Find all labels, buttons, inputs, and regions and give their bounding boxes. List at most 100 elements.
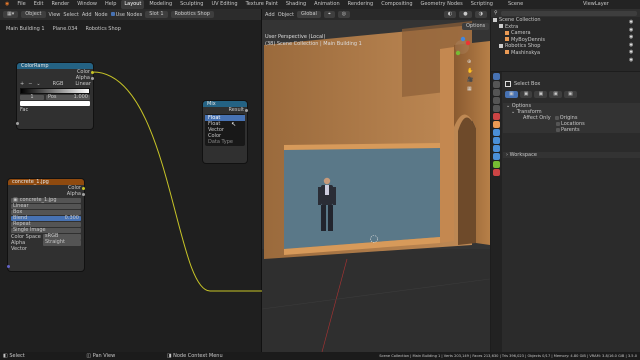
stop-color-swatch[interactable] <box>20 101 90 106</box>
zoom-icon[interactable]: ⊕ <box>467 59 473 65</box>
filter-icon[interactable]: ⚲ <box>494 10 498 16</box>
colorramp-color-socket[interactable] <box>91 71 94 74</box>
eye-icon[interactable]: ◉ <box>629 34 633 40</box>
options-panel: ⌄ Options ⌄ Transform Affect Only Origins… <box>503 103 640 133</box>
workspace-tab-modeling[interactable]: Modeling <box>146 0 175 9</box>
shading-material-icon[interactable]: ◑ <box>474 11 487 18</box>
particles-tab-icon[interactable] <box>493 137 500 144</box>
menu-help[interactable]: Help <box>102 0 119 9</box>
workspace-tab-geometry-nodes[interactable]: Geometry Nodes <box>418 0 466 9</box>
menu-edit[interactable]: Edit <box>31 0 47 9</box>
tool-tab-icon[interactable] <box>493 73 500 80</box>
3d-viewport[interactable]: Add Object Global ⌖ ◎ ◐ ● ◑ Options User… <box>262 9 490 352</box>
image-input-vector: Vector <box>11 246 27 252</box>
menu-window[interactable]: Window <box>74 0 100 9</box>
constraints-tab-icon[interactable] <box>493 153 500 160</box>
remove-stop-button[interactable]: − <box>28 81 32 87</box>
workspace-tab-shading[interactable]: Shading <box>283 0 309 9</box>
material-tab-icon[interactable] <box>493 169 500 176</box>
stop-index-field[interactable]: 1 <box>20 95 44 100</box>
workspace-panel-header[interactable]: › Workspace <box>503 152 640 158</box>
colorramp-node[interactable]: ColorRamp Color Alpha + − ⌄ RGB Linear 1… <box>16 63 94 129</box>
workspace-tab-texture-paint[interactable]: Texture Paint <box>243 0 281 9</box>
blue-wall-panel <box>284 147 440 249</box>
pan-hand-icon[interactable]: ✋ <box>467 68 473 74</box>
scene-selector[interactable]: Scene <box>505 0 526 9</box>
eye-icon[interactable]: ◉ <box>629 57 633 63</box>
chevron-down-icon[interactable]: ⌄ <box>36 81 40 87</box>
output-tab-icon[interactable] <box>493 89 500 96</box>
wall-column <box>440 47 454 243</box>
colorramp-alpha-socket[interactable] <box>91 77 94 80</box>
menu-file[interactable]: File <box>14 0 28 9</box>
add-stop-button[interactable]: + <box>20 81 24 87</box>
eye-icon[interactable]: ◉ <box>629 19 633 25</box>
workspace-tab-scripting[interactable]: Scripting <box>468 0 496 9</box>
eye-icon[interactable]: ◉ <box>629 49 633 55</box>
mix-output-result: Result <box>228 107 244 113</box>
node-editor[interactable]: ▦▾ Object View Select Add Node Use Nodes… <box>0 9 262 352</box>
mode-intersect-icon[interactable]: ▣ <box>563 91 577 98</box>
data-tab-icon[interactable] <box>493 161 500 168</box>
viewlayer-selector[interactable]: ViewLayer <box>580 0 612 9</box>
image-vector-socket[interactable] <box>7 265 10 268</box>
workspace-tab-compositing[interactable]: Compositing <box>378 0 415 9</box>
workspace-tab-sculpting[interactable]: Sculpting <box>177 0 206 9</box>
interpolation-select[interactable]: Linear <box>75 81 91 87</box>
proportional-edit-icon[interactable]: ◎ <box>337 11 351 18</box>
scene-tab-icon[interactable] <box>493 105 500 112</box>
camera-view-icon[interactable]: 🎥 <box>467 77 473 83</box>
mix-node[interactable]: Mix Result Float Float Vector Color Data… <box>203 101 248 163</box>
parents-checkbox[interactable]: Parents <box>503 127 640 133</box>
viewport-options-button[interactable]: Options <box>462 23 490 30</box>
viewport-scene <box>262 21 490 352</box>
status-stats: Scene Collection | Main Building 1 | Ver… <box>379 354 637 358</box>
image-color-socket[interactable] <box>82 187 85 190</box>
mode-extend-icon[interactable]: ▣ <box>519 91 533 98</box>
color-mode-select[interactable]: RGB <box>53 81 64 87</box>
data-type-dropdown: Float Float Vector Color Data Type <box>205 114 245 146</box>
viewport-info-line1: User Perspective (Local) <box>265 34 326 40</box>
workspace-tab-layout[interactable]: Layout <box>121 0 145 9</box>
eye-icon[interactable]: ◉ <box>629 42 633 48</box>
world-tab-icon[interactable] <box>493 113 500 120</box>
eye-icon[interactable]: ◉ <box>629 27 633 33</box>
properties-editor[interactable]: Select Box ▣ ▣ ▣ ▣ ▣ ⌄ Options ⌄ Transfo… <box>491 72 640 352</box>
modifier-tab-icon[interactable] <box>493 129 500 136</box>
object-tab-icon[interactable] <box>493 121 500 128</box>
menu-object[interactable]: Object <box>278 12 294 18</box>
view-object-types-icon[interactable]: ◐ <box>443 11 457 18</box>
snap-icon[interactable]: ⌖ <box>323 11 335 18</box>
grid-view-icon[interactable]: ▦ <box>467 86 473 92</box>
workspace-tab-animation[interactable]: Animation <box>311 0 343 9</box>
image-alpha-socket[interactable] <box>82 193 85 196</box>
image-texture-node[interactable]: concrete_1.jpg Color Alpha ▣ concrete_1.j… <box>7 179 85 271</box>
workspace-tab-uv-editing[interactable]: UV Editing <box>208 0 240 9</box>
alpha-mode-select[interactable]: Straight <box>43 240 81 246</box>
transform-orientation-select[interactable]: Global <box>296 11 321 18</box>
active-tool-row: Select Box <box>505 81 540 87</box>
collection-icon <box>499 24 503 28</box>
mode-invert-icon[interactable]: ▣ <box>549 91 562 98</box>
mix-result-socket[interactable] <box>245 109 248 112</box>
stop-pos-field[interactable]: Pos 1.000 <box>46 95 90 100</box>
mode-subtract-icon[interactable]: ▣ <box>534 91 548 98</box>
mode-set-icon[interactable]: ▣ <box>505 91 518 98</box>
menu-add[interactable]: Add <box>265 12 275 18</box>
blender-logo-icon[interactable]: ◉ <box>2 0 12 9</box>
render-tab-icon[interactable] <box>493 81 500 88</box>
status-mouse-middle: ◫ Pan View <box>86 353 116 359</box>
menu-render[interactable]: Render <box>48 0 72 9</box>
status-bar: ◧ Select ◫ Pan View ◨ Node Context Menu … <box>0 352 640 360</box>
physics-tab-icon[interactable] <box>493 145 500 152</box>
select-box-icon <box>505 81 511 87</box>
workspace-tab-rendering[interactable]: Rendering <box>345 0 377 9</box>
outliner-item-mashinskya[interactable]: Mashinskya <box>491 50 640 57</box>
outliner-search-input[interactable] <box>500 10 637 16</box>
object-icon <box>505 37 509 41</box>
view-layer-tab-icon[interactable] <box>493 97 500 104</box>
shading-solid-icon[interactable]: ● <box>459 11 472 18</box>
colorramp-fac-socket[interactable] <box>16 122 19 125</box>
outliner[interactable]: ⚲ Scene Collection Extra Camera MyBoyDen… <box>491 9 640 71</box>
active-tool-name: Select Box <box>514 81 541 87</box>
